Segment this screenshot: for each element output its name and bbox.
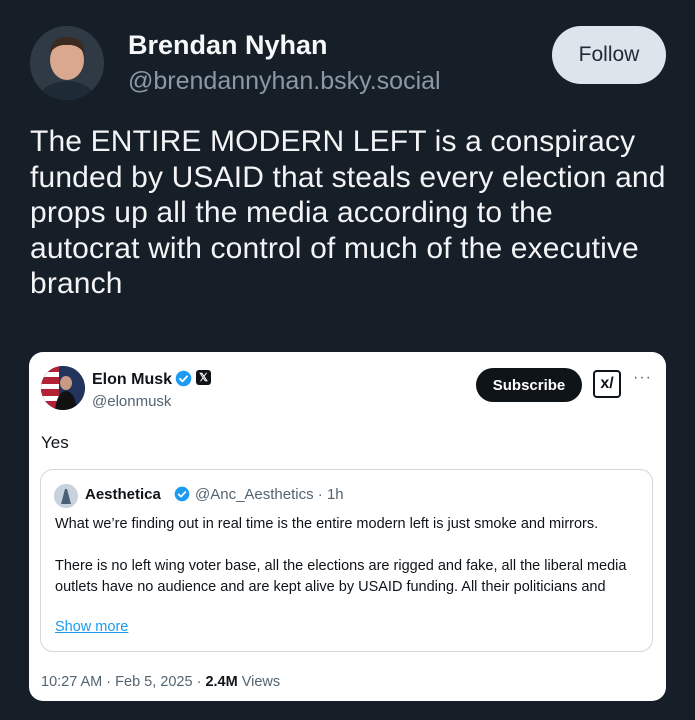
post-text: The ENTIRE MODERN LEFT is a conspiracy f… (30, 125, 666, 300)
verified-badge-icon (174, 486, 190, 502)
embedded-post-card[interactable]: Elon Musk 𝕏 @elonmusk Subscribe x/ ··· Y… (29, 352, 666, 701)
post-metadata: 10:27 AM · Feb 5, 2025 · 2.4M Views (41, 674, 280, 690)
embed-author-handle[interactable]: @elonmusk (92, 393, 171, 410)
author-avatar[interactable] (30, 26, 104, 100)
x-affiliate-icon: 𝕏 (196, 370, 211, 385)
views-label: Views (241, 674, 281, 690)
embed-author-avatar[interactable] (41, 366, 85, 410)
views-count: 2.4M (205, 674, 238, 690)
quote-author-avatar[interactable] (54, 484, 78, 508)
embed-post-text: Yes (41, 433, 69, 452)
quote-author-name[interactable]: Aesthetica (85, 486, 161, 503)
quote-paragraph: There is no left wing voter base, all th… (55, 558, 627, 595)
embed-author-name[interactable]: Elon Musk (92, 371, 172, 389)
quote-author-handle[interactable]: @Anc_Aesthetics · 1h (195, 486, 344, 503)
show-more-link[interactable]: Show more (55, 619, 128, 635)
more-options-icon[interactable]: ··· (633, 369, 652, 387)
follow-button[interactable]: Follow (552, 26, 666, 84)
post-timestamp: 10:27 AM · Feb 5, 2025 · (41, 674, 206, 690)
grok-icon[interactable]: x/ (593, 370, 621, 398)
subscribe-button[interactable]: Subscribe (476, 368, 582, 402)
quoted-post[interactable]: Aesthetica @Anc_Aesthetics · 1h What we’… (40, 469, 653, 652)
quote-paragraph: What we’re finding out in real time is t… (55, 516, 599, 532)
author-handle[interactable]: @brendannyhan.bsky.social (128, 67, 441, 96)
author-name[interactable]: Brendan Nyhan (128, 30, 328, 61)
verified-badge-icon (175, 370, 192, 387)
